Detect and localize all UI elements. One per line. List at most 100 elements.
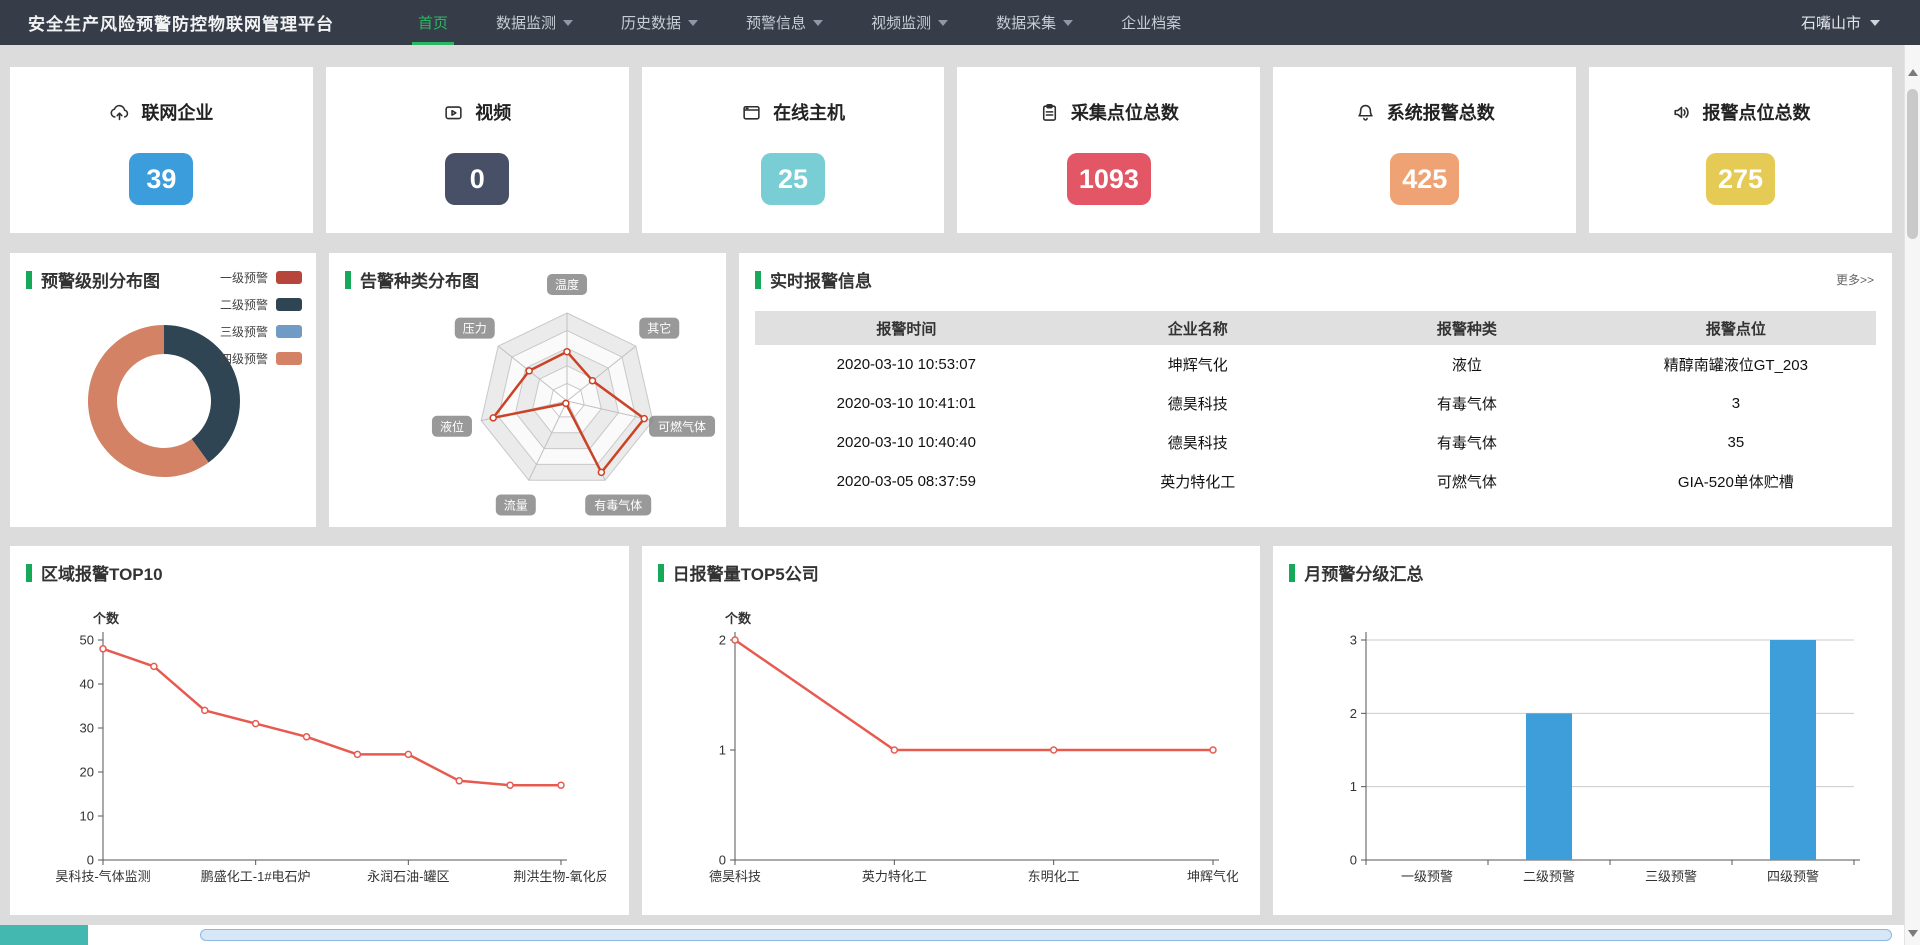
stat-value-badge: 1093 <box>1067 153 1151 205</box>
svg-text:流量: 流量 <box>504 499 528 513</box>
nav-item-label: 首页 <box>418 12 448 33</box>
radar-axis-label: 有毒气体 <box>585 495 651 516</box>
legend-label: 一级预警 <box>220 269 268 286</box>
svg-text:昊科技-气体监测: 昊科技-气体监测 <box>55 869 150 884</box>
title-marker <box>345 271 351 289</box>
nav-item-1[interactable]: 数据监测 <box>472 0 597 45</box>
stat-value-badge: 39 <box>129 153 193 205</box>
video-icon <box>443 102 464 123</box>
host-icon <box>741 102 762 123</box>
svg-text:可燃气体: 可燃气体 <box>658 419 706 434</box>
vertical-scrollbar-thumb[interactable] <box>1907 89 1918 239</box>
alarm-table: 报警时间企业名称报警种类报警点位 2020-03-10 10:53:07坤辉气化… <box>755 311 1876 501</box>
svg-text:40: 40 <box>80 677 94 692</box>
svg-text:三级预警: 三级预警 <box>1645 869 1697 884</box>
legend-item[interactable]: 一级预警 <box>220 269 302 286</box>
panel-title: 预警级别分布图 <box>26 267 160 292</box>
legend-swatch <box>276 325 302 338</box>
title-marker <box>755 271 761 289</box>
stat-card-1: 视频0 <box>326 67 629 233</box>
stat-card-0: 联网企业 39 <box>10 67 313 233</box>
col-header: 报警点位 <box>1596 318 1876 339</box>
radar-axis-label: 温度 <box>547 274 587 295</box>
nav-item-4[interactable]: 视频监测 <box>847 0 972 45</box>
table-row: 2020-03-10 10:53:07坤辉气化液位精醇南罐液位GT_203 <box>755 345 1876 384</box>
legend-item[interactable]: 二级预警 <box>220 296 302 313</box>
title-marker <box>26 564 32 582</box>
donut-legend: 一级预警二级预警三级预警四级预警 <box>220 269 302 367</box>
panel-title: 月预警分级汇总 <box>1289 560 1423 585</box>
region-selector[interactable]: 石嘴山市 <box>1801 0 1880 45</box>
stat-label: 报警点位总数 <box>1703 99 1811 125</box>
legend-label: 四级预警 <box>220 350 268 367</box>
vertical-scrollbar[interactable] <box>1904 45 1920 945</box>
scroll-up-icon[interactable] <box>1908 69 1918 76</box>
stat-label: 联网企业 <box>141 99 213 125</box>
legend-label: 三级预警 <box>220 323 268 340</box>
nav-menu: 首页 数据监测 历史数据 预警信息 视频监测 数据采集 企业档案 <box>394 0 1205 45</box>
table-row: 2020-03-10 10:41:01德昊科技有毒气体3 <box>755 384 1876 423</box>
nav-item-label: 数据监测 <box>496 12 556 33</box>
radar-axis-label: 压力 <box>455 318 495 339</box>
svg-text:20: 20 <box>80 765 94 780</box>
nav-item-label: 历史数据 <box>621 12 681 33</box>
nav-item-label: 视频监测 <box>871 12 931 33</box>
svg-text:二级预警: 二级预警 <box>1523 869 1575 884</box>
cloud-upload-icon <box>109 102 130 123</box>
radar-axis-label: 流量 <box>496 495 536 516</box>
table-cell: 液位 <box>1338 354 1596 375</box>
chevron-down-icon <box>563 20 573 26</box>
daily-alarm-line-chart: 012个数德昊科技英力特化工东明化工坤辉气化 <box>660 602 1238 902</box>
nav-item-label: 数据采集 <box>996 12 1056 33</box>
nav-item-6[interactable]: 企业档案 <box>1097 0 1205 45</box>
nav-item-3[interactable]: 预警信息 <box>722 0 847 45</box>
monthly-warning-title: 月预警分级汇总 <box>1304 560 1423 585</box>
more-link[interactable]: 更多>> <box>1836 271 1874 288</box>
stat-card-5: 报警点位总数275 <box>1589 67 1892 233</box>
col-header: 报警种类 <box>1338 318 1596 339</box>
speaker-icon <box>1671 102 1692 123</box>
title-marker <box>1289 564 1295 582</box>
bottom-scroll-strip <box>0 925 1904 945</box>
nav-item-2[interactable]: 历史数据 <box>597 0 722 45</box>
nav-item-5[interactable]: 数据采集 <box>972 0 1097 45</box>
table-cell: 德昊科技 <box>1058 393 1338 414</box>
alarm-type-radar-chart: 温度其它可燃气体有毒气体流量液位压力 <box>329 253 726 527</box>
panel-title: 区域报警TOP10 <box>26 560 163 585</box>
svg-text:2: 2 <box>1350 706 1357 721</box>
svg-text:温度: 温度 <box>555 277 579 292</box>
chevron-down-icon <box>938 20 948 26</box>
horizontal-scrollbar-thumb[interactable] <box>200 929 1892 941</box>
alarm-type-title: 告警种类分布图 <box>360 267 479 292</box>
scroll-down-icon[interactable] <box>1908 930 1918 937</box>
table-cell: 可燃气体 <box>1338 471 1596 492</box>
svg-text:30: 30 <box>80 721 94 736</box>
legend-item[interactable]: 四级预警 <box>220 350 302 367</box>
table-cell: 3 <box>1596 395 1876 412</box>
bottom-left-accent <box>0 925 88 945</box>
table-cell: 35 <box>1596 434 1876 451</box>
stat-label: 采集点位总数 <box>1071 99 1179 125</box>
svg-text:永润石油-罐区: 永润石油-罐区 <box>367 869 449 884</box>
legend-item[interactable]: 三级预警 <box>220 323 302 340</box>
svg-text:鹏盛化工-1#电石炉: 鹏盛化工-1#电石炉 <box>201 869 311 884</box>
stat-card-2: 在线主机25 <box>642 67 945 233</box>
radar-axis-label: 可燃气体 <box>649 416 715 437</box>
nav-item-0[interactable]: 首页 <box>394 0 472 45</box>
region-alarm-top10-title: 区域报警TOP10 <box>41 560 163 585</box>
svg-text:德昊科技: 德昊科技 <box>709 869 761 884</box>
panel-title: 日报警量TOP5公司 <box>658 560 819 585</box>
col-header: 报警时间 <box>755 318 1058 339</box>
svg-text:液位: 液位 <box>440 419 464 434</box>
region-label: 石嘴山市 <box>1801 12 1861 33</box>
stat-label: 在线主机 <box>773 99 845 125</box>
monthly-warning-bar-chart: 0123一级预警二级预警三级预警四级预警 <box>1291 602 1869 902</box>
svg-text:坤辉气化: 坤辉气化 <box>1187 869 1238 884</box>
chevron-down-icon <box>1870 20 1880 26</box>
bell-icon <box>1355 102 1376 123</box>
svg-text:个数: 个数 <box>92 611 120 626</box>
svg-text:有毒气体: 有毒气体 <box>594 498 642 513</box>
stat-value-badge: 425 <box>1390 153 1459 205</box>
table-cell: 2020-03-10 10:41:01 <box>755 395 1058 412</box>
daily-alarm-top5-title: 日报警量TOP5公司 <box>673 560 819 585</box>
